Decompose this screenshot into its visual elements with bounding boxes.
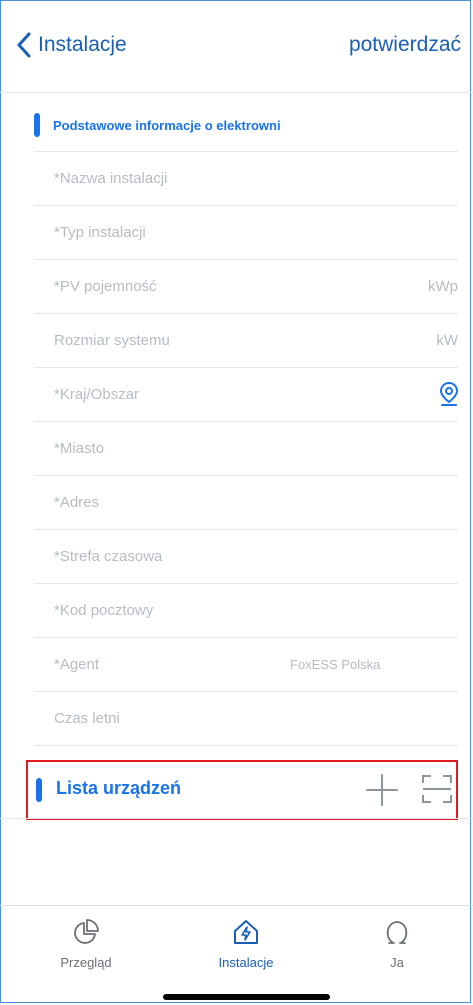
row-label: *Kraj/Obszar [54,386,140,403]
tab-label: Instalacje [218,955,274,970]
row-label: Czas letni [54,710,120,727]
tab-overview[interactable]: Przegląd [26,918,146,970]
back-label: Instalacje [38,33,127,56]
section-header: Podstawowe informacje o elektrowni [34,112,281,138]
plant-info-form: *Nazwa instalacji *Typ instalacji *PV po… [34,152,460,746]
nav-divider [0,92,473,93]
tab-label: Ja [390,955,404,970]
form-row-daylight-saving[interactable]: Czas letni [34,692,458,746]
form-row-postal-code[interactable]: *Kod pocztowy [34,584,458,638]
plus-icon[interactable] [365,773,399,807]
form-row-system-size[interactable]: Rozmiar systemu kW [34,314,458,368]
unit-label: kW [436,332,458,349]
pie-chart-icon [74,919,99,944]
row-label: *Agent [54,656,100,673]
home-indicator [163,994,330,1000]
location-pin-icon[interactable] [438,381,460,407]
section-accent-bar [36,778,42,802]
tabbar-divider [0,905,473,906]
form-row-city[interactable]: *Miasto [34,422,458,476]
row-label: *Kod pocztowy [54,602,154,619]
row-label: Rozmiar systemu [54,332,170,349]
form-row-country[interactable]: *Kraj/Obszar [34,368,460,422]
device-divider [0,818,473,819]
form-row-plant-name[interactable]: *Nazwa instalacji [34,152,458,206]
home-bolt-icon [234,920,258,944]
confirm-button[interactable]: potwierdzać [349,33,461,57]
tab-installations[interactable]: Instalacje [186,918,306,970]
row-label: *Nazwa instalacji [54,170,168,187]
row-label: *PV pojemność [54,278,157,295]
section-title: Podstawowe informacje o elektrowni [53,117,281,133]
form-row-agent[interactable]: *Agent FoxESS Polska [34,638,458,692]
row-label: *Miasto [54,440,105,457]
form-row-timezone[interactable]: *Strefa czasowa [34,530,458,584]
form-row-address[interactable]: *Adres [34,476,458,530]
agent-value: FoxESS Polska [290,657,381,672]
form-row-pv-capacity[interactable]: *PV pojemność kWp [34,260,458,314]
tab-label: Przegląd [60,955,112,970]
device-list-header: Lista urządzeń [26,760,458,820]
device-list-title: Lista urządzeń [56,778,182,798]
scan-icon[interactable] [420,772,454,806]
unit-label: kWp [428,278,458,295]
back-button[interactable]: Instalacje [16,32,127,58]
form-row-plant-type[interactable]: *Typ instalacji [34,206,458,260]
row-label: *Adres [54,494,100,511]
row-label: *Strefa czasowa [54,548,163,565]
section-accent-bar [34,113,40,137]
row-label: *Typ instalacji [54,224,146,241]
chevron-left-icon [17,32,31,58]
tab-me[interactable]: Ja [337,918,457,970]
navigation-bar: Instalacje potwierdzać [0,18,473,72]
profile-icon [386,921,408,944]
